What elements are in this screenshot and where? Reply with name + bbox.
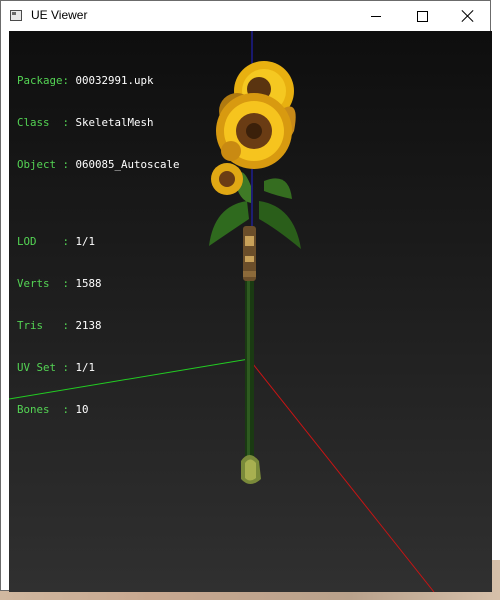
info-sep: : [62, 403, 76, 416]
ue-viewer-window: UE Viewer Package: 00032991.upk Class: … [0, 0, 492, 592]
close-button[interactable] [445, 1, 491, 31]
info-value: 1588 [75, 277, 102, 290]
info-sep: : [62, 235, 76, 248]
maximize-button[interactable] [399, 1, 445, 31]
app-window-icon[interactable] [10, 10, 22, 21]
info-row-class: Class : SkeletalMesh [17, 116, 180, 130]
info-sep: : [62, 74, 76, 87]
info-value: SkeletalMesh [75, 116, 154, 129]
info-label: Verts [17, 277, 63, 290]
info-label: Object [17, 158, 63, 171]
info-sep: : [62, 361, 76, 374]
info-sep: : [62, 116, 76, 129]
info-row-package: Package: 00032991.upk [17, 74, 180, 88]
info-value: 060085_Autoscale [75, 158, 180, 171]
info-row-object: Object : 060085_Autoscale [17, 158, 180, 172]
3d-viewport[interactable]: Package: 00032991.upk Class : SkeletalMe… [9, 31, 492, 592]
title-bar[interactable]: UE Viewer [1, 1, 490, 31]
info-value: 1/1 [75, 361, 96, 374]
info-label: Tris [17, 319, 63, 332]
info-value: 2138 [75, 319, 102, 332]
info-sep: : [62, 158, 76, 171]
info-label: Class [17, 116, 63, 129]
minimize-icon [371, 15, 381, 17]
info-value: 1/1 [75, 235, 96, 248]
info-row-uvset: UV Set : 1/1 [17, 361, 180, 375]
axis-x-line [248, 358, 435, 592]
info-label: LOD [17, 235, 63, 248]
info-label: UV Set [17, 361, 63, 374]
info-row-lod: LOD : 1/1 [17, 235, 180, 249]
info-value: 10 [75, 403, 89, 416]
info-spacer [17, 200, 180, 207]
info-row-verts: Verts : 1588 [17, 277, 180, 291]
info-row-tris: Tris : 2138 [17, 319, 180, 333]
close-icon [462, 10, 474, 22]
sunflower-left-mesh [211, 141, 243, 195]
staff-mesh [241, 226, 261, 484]
info-sep: : [62, 277, 76, 290]
maximize-icon [416, 10, 428, 22]
background-app-right-edge [491, 0, 500, 600]
window-title: UE Viewer [31, 8, 88, 22]
info-value: 00032991.upk [75, 74, 154, 87]
info-label: Package [17, 74, 63, 87]
info-row-bones: Bones : 10 [17, 403, 180, 417]
info-label: Bones [17, 403, 63, 416]
minimize-button[interactable] [353, 1, 399, 31]
mesh-info-overlay: Package: 00032991.upk Class : SkeletalMe… [17, 46, 180, 445]
info-sep: : [62, 319, 76, 332]
